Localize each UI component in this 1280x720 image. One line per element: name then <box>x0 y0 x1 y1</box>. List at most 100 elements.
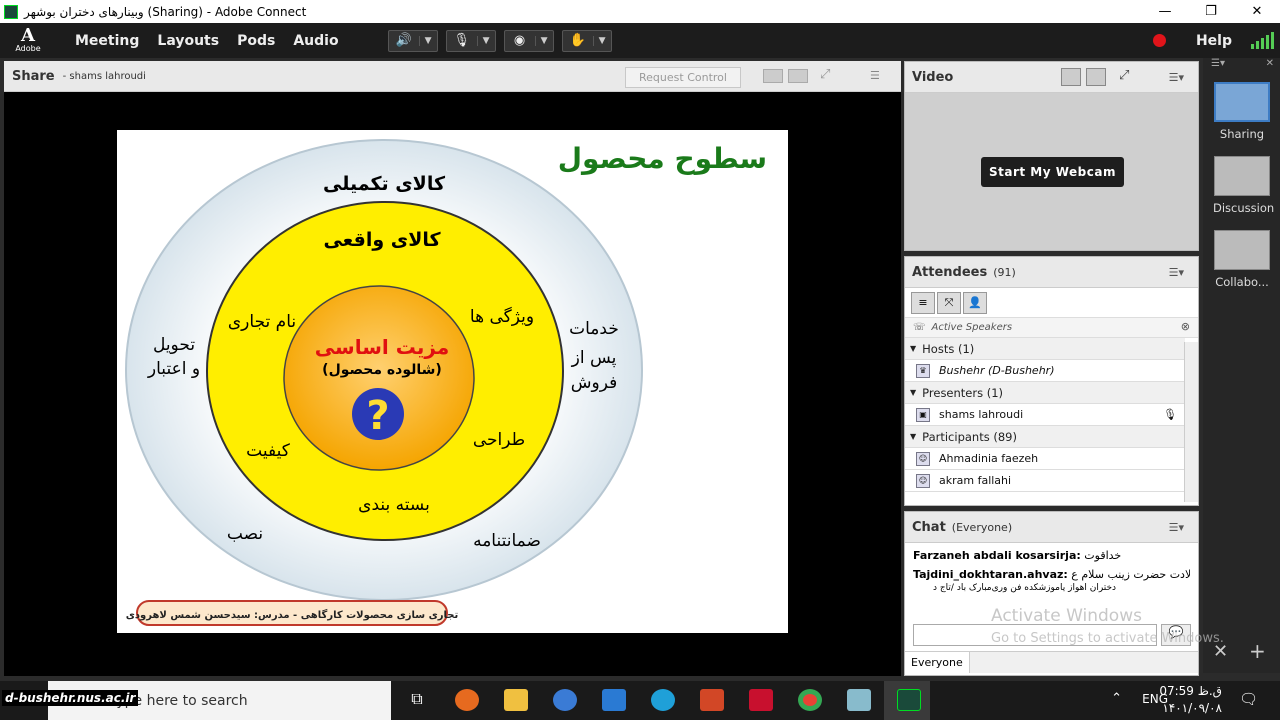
microphone-control[interactable]: 🎙 ▼ <box>445 29 496 52</box>
shared-slide: ? سطوح محصول کالای تکمیلی کالای واقعی مز… <box>117 130 788 633</box>
grid-view-icon[interactable] <box>1061 68 1081 86</box>
host-avatar-icon: ♛ <box>916 364 930 378</box>
send-message-icon[interactable]: 💬 <box>1161 624 1191 646</box>
menu-audio[interactable]: Audio <box>293 33 338 49</box>
packaging-label: بسته بندی <box>358 495 430 515</box>
paint-icon[interactable] <box>847 689 871 711</box>
after-sales-label-3: فروش <box>571 373 617 393</box>
attendees-count: (91) <box>993 265 1016 279</box>
close-window-button[interactable]: ✕ <box>1234 0 1280 23</box>
windows-taskbar: Type here to search ⌕ ⧉ ⌃ ENG 07:59 ق.ظ … <box>0 681 1280 720</box>
raise-hand-icon[interactable]: ✋ <box>563 33 593 48</box>
clock-time[interactable]: 07:59 ق.ظ <box>1159 684 1222 698</box>
chevron-up-icon[interactable]: ⌃ <box>1111 691 1122 706</box>
speaker-icon[interactable]: 🔊 <box>389 33 419 48</box>
list-item[interactable]: ☺ Ahmadinia faezeh <box>905 448 1185 470</box>
fit-width-icon[interactable] <box>763 69 783 83</box>
edge-legacy-icon[interactable] <box>553 689 577 711</box>
speaker-control[interactable]: 🔊 ▼ <box>387 29 438 52</box>
share-pod: Share - shams lahroudi Request Control ⤢… <box>4 61 901 676</box>
full-screen-icon[interactable] <box>788 69 808 83</box>
maximize-button[interactable]: ❐ <box>1188 0 1234 23</box>
layout-discussion[interactable]: Discussion <box>1213 156 1274 215</box>
edge-icon[interactable] <box>651 689 675 711</box>
menu-pods[interactable]: Pods <box>237 33 275 49</box>
chat-footer: Everyone <box>905 651 1198 673</box>
connection-signal-icon <box>1251 31 1274 49</box>
pod-menu-icon[interactable]: ☰ <box>870 69 880 82</box>
participant-avatar-icon: ☺ <box>916 474 930 488</box>
chat-scope: (Everyone) <box>951 520 1013 534</box>
group-participants[interactable]: ▼ Participants (89) <box>905 426 1185 448</box>
close-icon[interactable]: ✕ <box>1266 58 1274 69</box>
chat-recipient-selector[interactable]: Everyone <box>905 652 970 673</box>
webcam-icon[interactable]: ◉ <box>505 33 535 48</box>
list-view-icon[interactable]: ≡ <box>911 291 935 314</box>
chevron-down-icon[interactable]: ▼ <box>476 35 495 46</box>
list-item[interactable]: ♛ Bushehr (D-Bushehr) <box>905 360 1185 382</box>
layout-sharing[interactable]: Sharing <box>1213 82 1271 141</box>
camera-control[interactable]: ◉ ▼ <box>503 29 554 52</box>
design-label: طراحی <box>473 430 525 450</box>
quality-label: کیفیت <box>246 441 291 461</box>
slide-footer-text: تجاری سازی محصولات کارگاهی - مدرس: سیدحس… <box>126 608 459 621</box>
share-pod-title: Share <box>12 68 55 84</box>
chevron-down-icon[interactable]: ▼ <box>534 35 553 46</box>
group-presenters[interactable]: ▼ Presenters (1) <box>905 382 1185 404</box>
adobe-connect-icon <box>897 689 921 711</box>
presenter-avatar-icon: ▣ <box>916 408 930 422</box>
pod-menu-icon[interactable]: ☰▾ <box>1169 71 1184 84</box>
layout-collaboration[interactable]: Collabo... <box>1213 230 1271 289</box>
breakout-view-icon[interactable]: ⤧ <box>937 291 961 314</box>
task-view-icon[interactable]: ⧉ <box>405 689 429 711</box>
features-label: ویژگی ها <box>470 306 534 327</box>
help-menu[interactable]: Help <box>1196 23 1232 58</box>
list-item[interactable]: ▣ shams lahroudi 🎙 <box>905 404 1185 426</box>
chat-message: دختران اهواز یاموزشکده فن وری‌مبارک باد … <box>933 583 1117 593</box>
list-item[interactable]: ☺ akram fallahi <box>905 470 1185 492</box>
close-icon[interactable]: ⊗ <box>1181 320 1190 333</box>
attendee-view-toolbar: ≡ ⤧ 👤 <box>905 288 1198 318</box>
status-view-icon[interactable]: 👤 <box>963 291 987 314</box>
notifications-icon[interactable]: 🗨 <box>1239 690 1258 708</box>
installation-label: نصب <box>227 524 263 544</box>
record-icon[interactable] <box>1153 34 1166 47</box>
warranty-label: ضمانتنامه <box>473 531 541 551</box>
minimize-button[interactable]: — <box>1142 0 1188 23</box>
firefox-icon[interactable] <box>455 689 479 711</box>
core-benefit-circle <box>283 285 475 471</box>
add-layout-icon[interactable]: + <box>1249 639 1266 663</box>
mail-icon[interactable] <box>602 689 626 711</box>
chevron-down-icon[interactable]: ▼ <box>418 35 437 46</box>
menu-meeting[interactable]: Meeting <box>75 33 139 49</box>
video-pod-header: Video ⤢ ☰▾ <box>905 62 1198 93</box>
after-sales-label-2: پس از <box>571 348 617 368</box>
request-control-button[interactable]: Request Control <box>625 67 741 88</box>
adobe-connect-app-icon <box>4 4 18 19</box>
attendees-title: Attendees <box>912 264 988 280</box>
file-explorer-icon[interactable] <box>504 689 528 711</box>
chat-input[interactable] <box>913 624 1157 646</box>
filmstrip-view-icon[interactable] <box>1086 68 1106 86</box>
powerpoint-icon[interactable] <box>700 689 724 711</box>
pod-menu-icon[interactable]: ☰▾ <box>1169 521 1184 534</box>
raise-hand-control[interactable]: ✋ ▼ <box>561 29 612 52</box>
start-webcam-button[interactable]: Start My Webcam <box>981 157 1124 187</box>
layout-menu-icon[interactable]: ☰▾ <box>1211 58 1225 69</box>
group-hosts[interactable]: ▼ Hosts (1) <box>905 338 1185 360</box>
window-titlebar: وبینارهای دختران بوشهر (Sharing) - Adobe… <box>0 0 1280 23</box>
chrome-icon[interactable] <box>798 689 822 711</box>
connect-menubar: A Adobe Meeting Layouts Pods Audio 🔊 ▼ 🎙 ▼ … <box>0 23 1280 58</box>
acrobat-icon[interactable] <box>749 689 773 711</box>
pod-menu-icon[interactable]: ☰▾ <box>1169 266 1184 279</box>
clock-date[interactable]: ۱۴۰۱/۰۹/۰۸ <box>1162 701 1222 715</box>
chat-pod-header: Chat (Everyone) ☰▾ <box>905 512 1198 543</box>
attendees-scrollbar[interactable] <box>1184 342 1198 502</box>
fullscreen-icon[interactable]: ⤢ <box>1119 68 1129 83</box>
expand-icon[interactable]: ⤢ <box>820 67 830 82</box>
active-speakers-bar: ☏ Active Speakers ⊗ <box>905 318 1198 338</box>
menu-layouts[interactable]: Layouts <box>157 33 219 49</box>
microphone-icon[interactable]: 🎙 <box>447 33 477 48</box>
delete-layout-icon[interactable]: ✕ <box>1213 641 1228 662</box>
chevron-down-icon[interactable]: ▼ <box>592 35 611 46</box>
